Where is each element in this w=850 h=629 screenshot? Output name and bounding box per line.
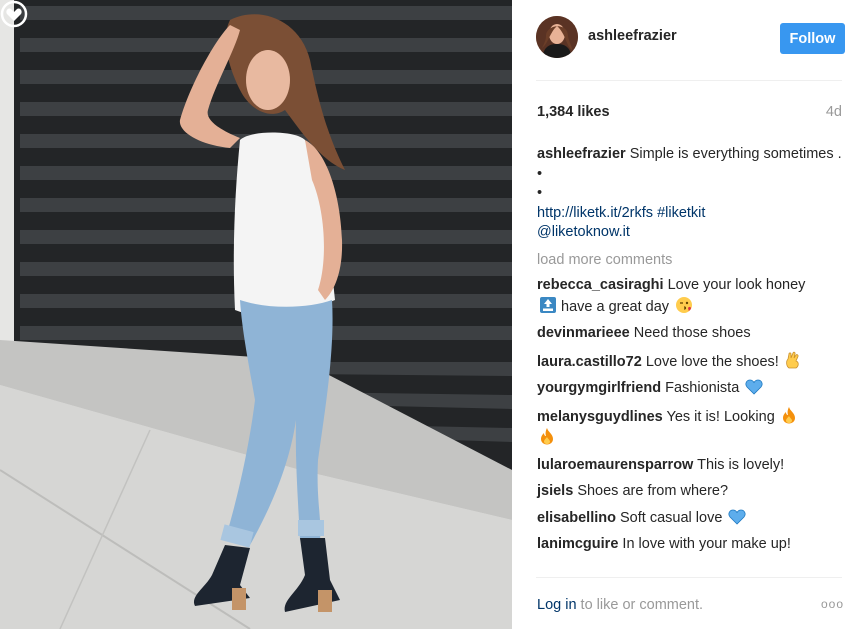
comment-username[interactable]: laura.castillo72 — [537, 354, 642, 370]
comment-item: lularoemaurensparrow This is lovely! — [537, 456, 847, 476]
comments-section: ashleefrazier Simple is everything somet… — [537, 145, 847, 562]
caption-hashtag-link[interactable]: #liketkit — [657, 205, 705, 221]
comment-username[interactable]: jsiels — [537, 483, 573, 499]
comment-text: Yes it is! Looking — [666, 408, 775, 425]
comment-item: melanysguydlines Yes it is! Looking — [537, 406, 847, 449]
comment-text: In love with your make up! — [622, 536, 791, 552]
caption-bullet: • — [537, 165, 543, 182]
post-header: ashleefrazier Follow — [512, 0, 850, 80]
comment-text-continued: have a great day — [561, 298, 670, 315]
caption: ashleefrazier Simple is everything somet… — [537, 145, 847, 165]
like-count[interactable]: 1,384 likes — [537, 104, 610, 120]
header-divider — [536, 80, 842, 81]
comment-item: laura.castillo72 Love love the shoes! — [537, 351, 847, 373]
comment-username[interactable]: rebecca_casiraghi — [537, 277, 664, 293]
top-icon — [540, 296, 556, 313]
avatar-photo-icon — [536, 16, 578, 58]
comment-text: Fashionista — [665, 380, 740, 396]
fire-icon — [782, 406, 795, 423]
comment-text: Shoes are from where? — [577, 483, 729, 499]
avatar[interactable] — [536, 16, 578, 58]
comment-text: Love your look honey — [667, 277, 806, 293]
liketoknow-badge-icon — [0, 0, 28, 28]
caption-url-link[interactable]: http://liketk.it/2rkfs — [537, 205, 653, 221]
comment-username[interactable]: melanysguydlines — [537, 409, 663, 425]
login-prompt-text: to like or comment. — [580, 597, 704, 613]
login-prompt: Log in to like or comment. — [537, 597, 703, 613]
comment-item: jsiels Shoes are from where? — [537, 482, 847, 502]
comment-username[interactable]: devinmarieee — [537, 325, 630, 341]
caption-links: http://liketk.it/2rkfs #liketkit — [537, 204, 847, 224]
caption-username[interactable]: ashleefrazier — [537, 146, 626, 162]
ok-hand-icon — [786, 351, 799, 368]
post-sidebar: ashleefrazier Follow 1,384 likes 4d ashl… — [512, 0, 850, 629]
caption-text: Simple is everything sometimes . — [629, 146, 842, 162]
caption-mention-link[interactable]: @liketoknow.it — [537, 223, 847, 243]
comment-item: elisabellino Soft casual love — [537, 509, 847, 529]
post-author-username[interactable]: ashleefrazier — [588, 28, 677, 44]
comment-username[interactable]: lularoemaurensparrow — [537, 457, 693, 473]
photo-illustration — [0, 0, 512, 629]
post-age[interactable]: 4d — [826, 104, 842, 120]
fire-icon — [541, 428, 553, 445]
blue-heart-icon — [745, 379, 763, 395]
comment-username[interactable]: lanimcguire — [537, 536, 618, 552]
follow-button[interactable]: Follow — [780, 23, 845, 54]
more-options-icon[interactable]: ooo — [821, 597, 844, 611]
comment-text: Love love the shoes! — [645, 353, 779, 370]
wink-kiss-icon — [676, 296, 693, 313]
caption-bullet: • — [537, 185, 543, 201]
load-more-comments-link[interactable]: load more comments — [537, 251, 847, 271]
comment-item: rebecca_casiraghi Love your look honey h… — [537, 276, 847, 317]
comment-text: Need those shoes — [633, 325, 751, 341]
comment-item: devinmarieee Need those shoes — [537, 324, 847, 344]
footer-divider — [536, 577, 842, 578]
comment-text: This is lovely! — [697, 456, 785, 473]
comment-item: lanimcguire In love with your make up! — [537, 535, 847, 555]
comment-item: yourgymgirlfriend Fashionista — [537, 379, 847, 399]
login-link[interactable]: Log in — [537, 597, 577, 613]
comment-username[interactable]: elisabellino — [537, 510, 616, 526]
post-photo[interactable] — [0, 0, 512, 629]
comment-text: Soft casual love — [620, 509, 723, 526]
comment-username[interactable]: yourgymgirlfriend — [537, 380, 661, 396]
blue-heart-icon — [728, 509, 746, 525]
